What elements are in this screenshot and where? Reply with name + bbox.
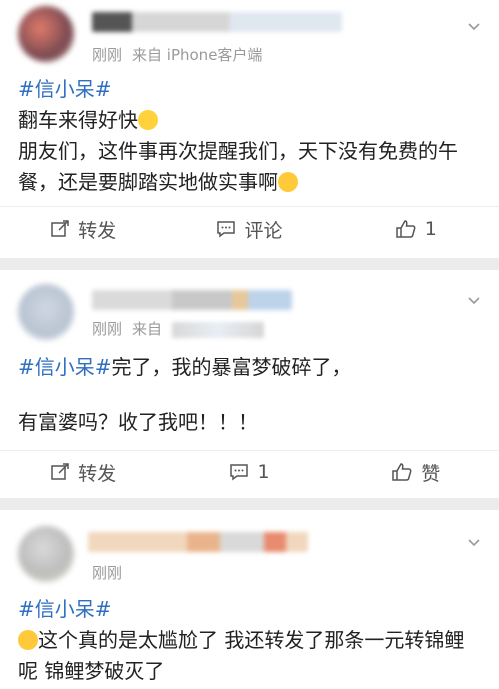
laugh-cry-emoji-icon <box>278 172 298 192</box>
divider <box>0 206 499 207</box>
post-meta: 刚刚 来自 iPhone客户端 <box>92 44 272 65</box>
comment-icon <box>217 221 236 238</box>
comment-count: 1 <box>257 461 270 483</box>
thumb-up-icon <box>396 220 416 238</box>
post-text-line: 完了，我的暴富梦破碎了， <box>111 355 352 379</box>
share-edit-icon <box>51 463 69 480</box>
chevron-down-icon[interactable] <box>467 20 481 34</box>
post-time: 刚刚 <box>92 320 123 338</box>
post-text-line: 翻车来得好快 <box>18 108 138 132</box>
post-source: 来自 <box>132 320 163 338</box>
surprised-emoji-icon <box>138 110 158 130</box>
repost-button[interactable]: 转发 <box>8 216 158 243</box>
comment-button[interactable]: 评论 <box>174 216 324 243</box>
action-bar: 转发 评论 1 <box>0 209 499 249</box>
topic-link[interactable]: #信小呆# <box>18 597 112 621</box>
chevron-down-icon[interactable] <box>467 536 481 550</box>
post-text-line: 朋友们，这件事再次提醒我们，天下没有免费的午餐，还是要脚踏实地做实事啊 <box>18 139 458 194</box>
comment-button[interactable]: 1 <box>174 461 324 483</box>
repost-button[interactable]: 转发 <box>8 459 158 486</box>
thumb-up-icon <box>392 463 412 481</box>
comment-label: 评论 <box>244 219 283 242</box>
like-count: 1 <box>424 218 437 240</box>
avatar[interactable] <box>18 6 74 62</box>
post-text-line: 这个真的是太尴尬了 我还转发了那条一元转锦鲤呢 锦鲤梦破灭了 <box>18 628 465 683</box>
weibo-post-card: 刚刚 来自 iPhone客户端 #信小呆# 翻车来得好快 朋友们，这件事再次提醒我… <box>0 0 499 258</box>
post-content: #信小呆#完了，我的暴富梦破碎了， 有富婆吗？收了我吧！！！ <box>18 352 483 438</box>
post-content: #信小呆# 翻车来得好快 朋友们，这件事再次提醒我们，天下没有免费的午餐，还是要… <box>18 74 483 198</box>
username-redacted[interactable] <box>92 290 292 310</box>
username-redacted[interactable] <box>88 532 308 552</box>
action-bar: 转发 1 赞 <box>0 452 499 492</box>
post-time: 刚刚 <box>92 564 123 582</box>
comment-icon <box>230 464 249 481</box>
avatar[interactable] <box>18 284 74 340</box>
weibo-post-card: 刚刚 #信小呆# 这个真的是太尴尬了 我还转发了那条一元转锦鲤呢 锦鲤梦破灭了 <box>0 510 499 689</box>
topic-link[interactable]: #信小呆# <box>18 355 112 379</box>
topic-link[interactable]: #信小呆# <box>18 77 112 101</box>
like-label: 赞 <box>421 462 441 485</box>
post-time: 刚刚 <box>92 46 123 64</box>
post-meta: 刚刚 <box>92 562 132 583</box>
laugh-cry-emoji-icon <box>18 630 38 650</box>
chevron-down-icon[interactable] <box>467 294 481 308</box>
post-source: 来自 iPhone客户端 <box>132 46 263 64</box>
like-button[interactable]: 赞 <box>341 459 491 486</box>
share-edit-icon <box>51 220 69 237</box>
weibo-post-card: 刚刚 来自 #信小呆#完了，我的暴富梦破碎了， 有富婆吗？收了我吧！！！ 转发 1 <box>0 270 499 498</box>
post-text-line: 有富婆吗？收了我吧！！！ <box>18 410 258 434</box>
post-meta: 刚刚 来自 <box>92 318 274 339</box>
source-redacted <box>172 321 265 338</box>
avatar[interactable] <box>18 526 74 582</box>
post-content: #信小呆# 这个真的是太尴尬了 我还转发了那条一元转锦鲤呢 锦鲤梦破灭了 <box>18 594 483 687</box>
divider <box>0 450 499 451</box>
like-button[interactable]: 1 <box>341 218 491 240</box>
username-redacted[interactable] <box>92 12 342 32</box>
repost-label: 转发 <box>78 219 117 242</box>
repost-label: 转发 <box>78 462 117 485</box>
